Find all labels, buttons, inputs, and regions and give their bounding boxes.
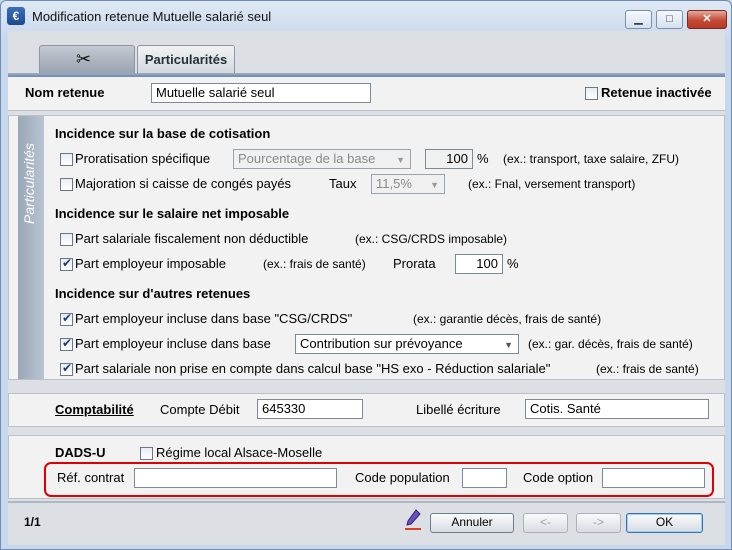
name-input[interactable]: Mutuelle salarié seul [151, 83, 371, 103]
tab-general[interactable]: ✂ [39, 45, 135, 73]
percent-sign: % [477, 151, 489, 166]
particularites-panel: Particularités Incidence sur la base de … [8, 115, 725, 380]
dialog-content: ✂ Particularités Nom retenue Mutuelle sa… [8, 31, 725, 545]
compte-debit-label: Compte Débit [160, 402, 240, 417]
section-title-base: Incidence sur la base de cotisation [55, 126, 271, 141]
sidebar-label: Particularités [21, 143, 37, 224]
base-checkbox[interactable] [60, 336, 73, 351]
window-title: Modification retenue Mutuelle salarié se… [32, 9, 272, 24]
proratisation-percent-input[interactable]: 100 [425, 149, 473, 169]
ref-contrat-input[interactable] [134, 468, 337, 488]
dads-panel: DADS-U Régime local Alsace-Moselle Réf. … [8, 435, 725, 499]
csg-checkbox[interactable] [60, 311, 73, 326]
code-population-input[interactable] [462, 468, 507, 488]
minimize-icon: ▁ [634, 13, 643, 25]
title-bar: € Modification retenue Mutuelle salarié … [1, 1, 731, 31]
proratisation-label: Proratisation spécifique [75, 151, 211, 166]
base-hint: (ex.: gar. décès, frais de santé) [528, 337, 693, 351]
section-title-salaire: Incidence sur le salaire net imposable [55, 206, 290, 221]
inactive-label: Retenue inactivée [601, 85, 712, 100]
section-title-autres: Incidence sur d'autres retenues [55, 286, 251, 301]
code-population-label: Code population [355, 470, 450, 485]
dads-title: DADS-U [55, 445, 106, 460]
csg-label: Part employeur incluse dans base "CSG/CR… [75, 311, 353, 326]
majoration-label: Majoration si caisse de congés payés [75, 176, 292, 191]
inactive-checkbox[interactable] [585, 87, 598, 100]
regime-label: Régime local Alsace-Moselle [156, 445, 323, 460]
code-option-input[interactable] [602, 468, 705, 488]
libelle-label: Libellé écriture [416, 402, 501, 417]
proratisation-select-value: Pourcentage de la base [238, 151, 376, 166]
hs-label: Part salariale non prise en compte dans … [75, 361, 551, 376]
comptabilite-title[interactable]: Comptabilité [55, 402, 134, 417]
scissors-fan-icon: ✂ [76, 49, 92, 69]
non-deductible-checkbox[interactable] [60, 233, 73, 246]
prev-button[interactable]: <- [523, 513, 568, 533]
proratisation-checkbox[interactable] [60, 153, 73, 166]
next-button[interactable]: -> [576, 513, 621, 533]
pen-icon[interactable] [404, 509, 422, 531]
non-deductible-hint: (ex.: CSG/CRDS imposable) [355, 232, 508, 246]
header-panel: Nom retenue Mutuelle salarié seul Retenu… [8, 77, 725, 111]
ref-contrat-label: Réf. contrat [57, 470, 125, 485]
chevron-down-icon: ▼ [396, 155, 405, 165]
prorata-input[interactable]: 100 [455, 254, 503, 274]
close-icon: ✕ [702, 13, 712, 25]
maximize-icon: □ [666, 13, 673, 25]
minimize-button[interactable]: ▁ [625, 10, 652, 29]
libelle-input[interactable]: Cotis. Santé [525, 399, 709, 419]
sidebar-band: Particularités [18, 116, 44, 379]
ok-button[interactable]: OK [626, 513, 703, 533]
base-select-value: Contribution sur prévoyance [300, 336, 463, 351]
tab-particularites[interactable]: Particularités [137, 45, 235, 73]
chevron-down-icon: ▼ [430, 180, 439, 190]
name-label: Nom retenue [25, 85, 105, 100]
prorata-label: Prorata [393, 256, 436, 271]
footer-divider [8, 501, 725, 503]
hs-checkbox[interactable] [60, 361, 73, 376]
comptabilite-panel: Comptabilité Compte Débit 645330 Libellé… [8, 393, 725, 427]
chevron-down-icon: ▼ [504, 340, 513, 350]
prorata-percent-sign: % [507, 256, 519, 271]
maximize-button[interactable]: □ [656, 10, 683, 29]
close-button[interactable]: ✕ [687, 10, 727, 29]
cancel-button[interactable]: Annuler [430, 513, 514, 533]
hs-hint: (ex.: frais de santé) [596, 362, 699, 376]
base-label: Part employeur incluse dans base [75, 336, 271, 351]
base-select[interactable]: Contribution sur prévoyance ▼ [295, 334, 519, 354]
taux-select[interactable]: 11,5% ▼ [371, 174, 445, 194]
code-option-label: Code option [523, 470, 594, 485]
employeur-imposable-label: Part employeur imposable [75, 256, 227, 271]
taux-select-value: 11,5% [376, 176, 412, 191]
employeur-imposable-checkbox[interactable] [60, 256, 73, 271]
compte-debit-input[interactable]: 645330 [257, 399, 363, 419]
proratisation-select[interactable]: Pourcentage de la base ▼ [233, 149, 411, 169]
majoration-checkbox[interactable] [60, 178, 73, 191]
dialog-window: € Modification retenue Mutuelle salarié … [0, 0, 732, 550]
majoration-hint: (ex.: Fnal, versement transport) [468, 177, 636, 191]
app-icon: € [7, 7, 25, 25]
csg-hint: (ex.: garantie décès, frais de santé) [413, 312, 602, 326]
non-deductible-label: Part salariale fiscalement non déductibl… [75, 231, 309, 246]
regime-checkbox[interactable] [140, 447, 153, 460]
proratisation-hint: (ex.: transport, taxe salaire, ZFU) [503, 152, 680, 166]
page-indicator: 1/1 [24, 515, 41, 529]
taux-label: Taux [329, 176, 357, 191]
employeur-imposable-hint: (ex.: frais de santé) [263, 257, 366, 271]
